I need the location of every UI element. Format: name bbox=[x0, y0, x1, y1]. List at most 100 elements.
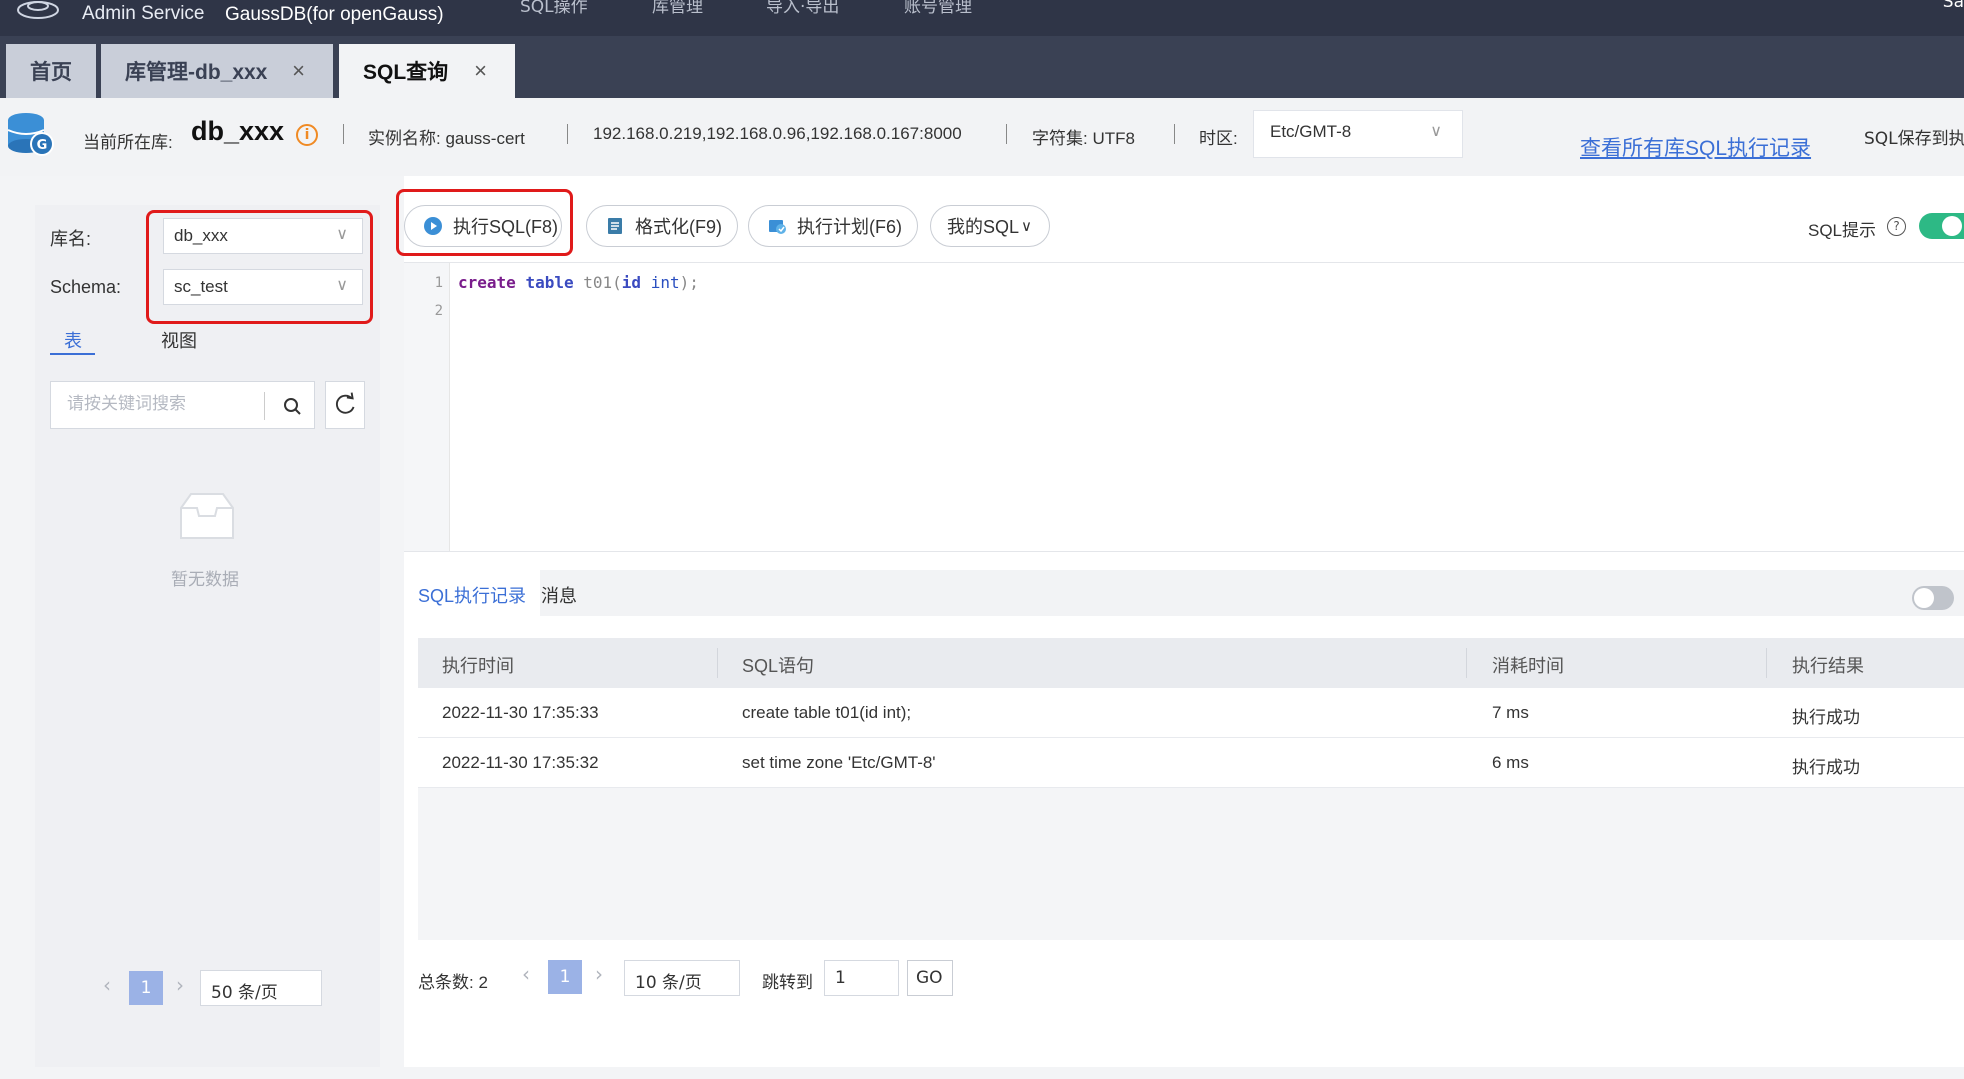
next-page-icon[interactable]: › bbox=[595, 962, 603, 986]
col-sql: SQL语句 bbox=[742, 656, 815, 676]
help-icon[interactable]: ? bbox=[1887, 217, 1906, 236]
cell-duration: 7 ms bbox=[1492, 703, 1529, 722]
user-menu[interactable]: Sa bbox=[1943, 0, 1964, 12]
code-line[interactable]: create table t01(id int); bbox=[458, 273, 699, 292]
nav-account-manage[interactable]: 账号管理 bbox=[904, 0, 972, 17]
line-number: 1 bbox=[434, 275, 443, 291]
execute-sql-button[interactable]: 执行SQL(F8) bbox=[404, 205, 562, 247]
tab-db-manage-label: 库管理-db_xxx bbox=[125, 61, 268, 84]
info-bar: G 当前所在库: db_xxx i 实例名称: gauss-cert 192.1… bbox=[0, 98, 1964, 176]
chevron-down-icon: ∨ bbox=[1021, 218, 1033, 235]
history-table: 执行时间 SQL语句 消耗时间 执行结果 2022-11-30 17:35:33… bbox=[418, 638, 1964, 940]
nav-db-manage[interactable]: 库管理 bbox=[652, 0, 703, 17]
sql-editor[interactable]: 1 2 create table t01(id int); bbox=[404, 262, 1964, 552]
tab-views[interactable]: 视图 bbox=[161, 327, 197, 353]
schema-label: Schema: bbox=[50, 277, 122, 297]
execute-sql-label: 执行SQL(F8) bbox=[453, 217, 559, 237]
tab-sql-history[interactable]: SQL执行记录 bbox=[404, 570, 541, 616]
result-toggle[interactable] bbox=[1912, 586, 1954, 610]
code-keyword: table bbox=[525, 273, 574, 292]
right-panel: 执行SQL(F8) 格式化(F9) 执行计划(F6) 我的SQL ∨ SQL提示… bbox=[396, 176, 1964, 1067]
product-name: GaussDB(for openGauss) bbox=[225, 4, 444, 25]
go-label: GO bbox=[916, 968, 943, 988]
total-count: 总条数: 2 bbox=[418, 973, 488, 992]
code-column: id bbox=[621, 273, 642, 292]
code-identifier: t01 bbox=[583, 273, 613, 292]
tab-messages[interactable]: 消息 bbox=[527, 570, 591, 616]
instance-name: 实例名称: gauss-cert bbox=[368, 129, 525, 148]
plan-icon bbox=[769, 220, 786, 234]
jump-label: 跳转到 bbox=[762, 973, 813, 993]
table-search bbox=[50, 381, 315, 429]
empty-state-text: 暂无数据 bbox=[171, 570, 239, 589]
page-size-select[interactable]: 50 条/页 bbox=[200, 970, 322, 1006]
table-row[interactable]: 2022-11-30 17:35:33 create table t01(id … bbox=[418, 688, 1964, 738]
page-size-value: 10 条/页 bbox=[635, 973, 702, 993]
search-input[interactable] bbox=[67, 394, 257, 414]
nav-sql-ops[interactable]: SQL操作 bbox=[520, 0, 588, 17]
info-icon[interactable]: i bbox=[296, 124, 318, 146]
tab-sql-query[interactable]: SQL查询 × bbox=[339, 44, 515, 98]
cell-exec-time: 2022-11-30 17:35:32 bbox=[442, 753, 599, 772]
jump-page-input[interactable]: 1 bbox=[824, 960, 899, 996]
page-number-current[interactable]: 1 bbox=[548, 960, 582, 994]
tab-strip: 首页 库管理-db_xxx × SQL查询 × bbox=[0, 36, 1964, 98]
format-label: 格式化(F9) bbox=[635, 217, 722, 237]
jump-page-value: 1 bbox=[835, 968, 846, 988]
timezone-label: 时区: bbox=[1199, 129, 1238, 148]
code-type: int bbox=[650, 273, 680, 292]
page-size-select[interactable]: 10 条/页 bbox=[624, 960, 740, 996]
chevron-down-icon: ∨ bbox=[1430, 123, 1442, 140]
close-icon[interactable]: × bbox=[292, 58, 305, 84]
code-punct: ); bbox=[679, 273, 699, 292]
page-number-current[interactable]: 1 bbox=[129, 971, 163, 1005]
col-duration: 消耗时间 bbox=[1492, 656, 1564, 676]
result-tabs: SQL执行记录 消息 bbox=[404, 570, 1964, 616]
highlight-box bbox=[146, 210, 373, 324]
my-sql-dropdown[interactable]: 我的SQL ∨ bbox=[930, 205, 1050, 247]
svg-text:G: G bbox=[37, 138, 48, 153]
nav-import-export[interactable]: 导入·导出 bbox=[766, 0, 839, 17]
sql-tip-toggle[interactable] bbox=[1919, 213, 1964, 239]
charset: 字符集: UTF8 bbox=[1032, 129, 1135, 148]
tab-home[interactable]: 首页 bbox=[6, 44, 96, 98]
instance-address: 192.168.0.219,192.168.0.96,192.168.0.167… bbox=[593, 124, 962, 143]
go-button[interactable]: GO bbox=[907, 960, 953, 996]
close-icon[interactable]: × bbox=[474, 58, 487, 84]
page-size-value: 50 条/页 bbox=[211, 983, 278, 1003]
empty-box-icon bbox=[180, 493, 234, 539]
execution-plan-label: 执行计划(F6) bbox=[797, 217, 902, 237]
timezone-value: Etc/GMT-8 bbox=[1270, 122, 1352, 141]
tab-home-label: 首页 bbox=[30, 61, 72, 84]
cell-sql: set time zone 'Etc/GMT-8' bbox=[742, 753, 936, 772]
prev-page-icon[interactable]: ‹ bbox=[522, 962, 530, 986]
prev-page-icon[interactable]: ‹ bbox=[103, 973, 111, 997]
sql-save-option[interactable]: SQL保存到执 bbox=[1864, 124, 1964, 149]
tab-db-manage[interactable]: 库管理-db_xxx × bbox=[101, 44, 333, 98]
search-icon[interactable] bbox=[275, 392, 309, 420]
refresh-icon[interactable] bbox=[325, 381, 365, 429]
line-number: 2 bbox=[434, 303, 443, 319]
table-header: 执行时间 SQL语句 消耗时间 执行结果 bbox=[418, 638, 1964, 688]
format-icon bbox=[608, 218, 622, 234]
db-label: 库名: bbox=[50, 229, 92, 249]
cell-result: 执行成功 bbox=[1792, 758, 1860, 777]
logo-icon bbox=[17, 1, 59, 19]
brand-name: Admin Service bbox=[82, 3, 205, 24]
play-icon bbox=[424, 217, 442, 235]
format-button[interactable]: 格式化(F9) bbox=[586, 205, 738, 247]
tab-tables[interactable]: 表 bbox=[64, 327, 82, 353]
all-sql-history-link[interactable]: 查看所有库SQL执行记录 bbox=[1580, 132, 1811, 162]
code-keyword: create bbox=[458, 273, 516, 292]
next-page-icon[interactable]: › bbox=[176, 973, 184, 997]
my-sql-label: 我的SQL bbox=[947, 217, 1020, 237]
table-row[interactable]: 2022-11-30 17:35:32 set time zone 'Etc/G… bbox=[418, 738, 1964, 788]
current-db-label: 当前所在库: bbox=[83, 133, 173, 152]
cell-exec-time: 2022-11-30 17:35:33 bbox=[442, 703, 599, 722]
timezone-select[interactable]: Etc/GMT-8 ∨ bbox=[1253, 110, 1463, 158]
left-panel: 库名: db_xxx ∨ Schema: sc_test ∨ 表 视图 暂无数据… bbox=[35, 205, 380, 1067]
cell-result: 执行成功 bbox=[1792, 708, 1860, 727]
execution-plan-button[interactable]: 执行计划(F6) bbox=[748, 205, 918, 247]
col-exec-time: 执行时间 bbox=[442, 656, 514, 676]
database-icon: G bbox=[7, 113, 54, 156]
